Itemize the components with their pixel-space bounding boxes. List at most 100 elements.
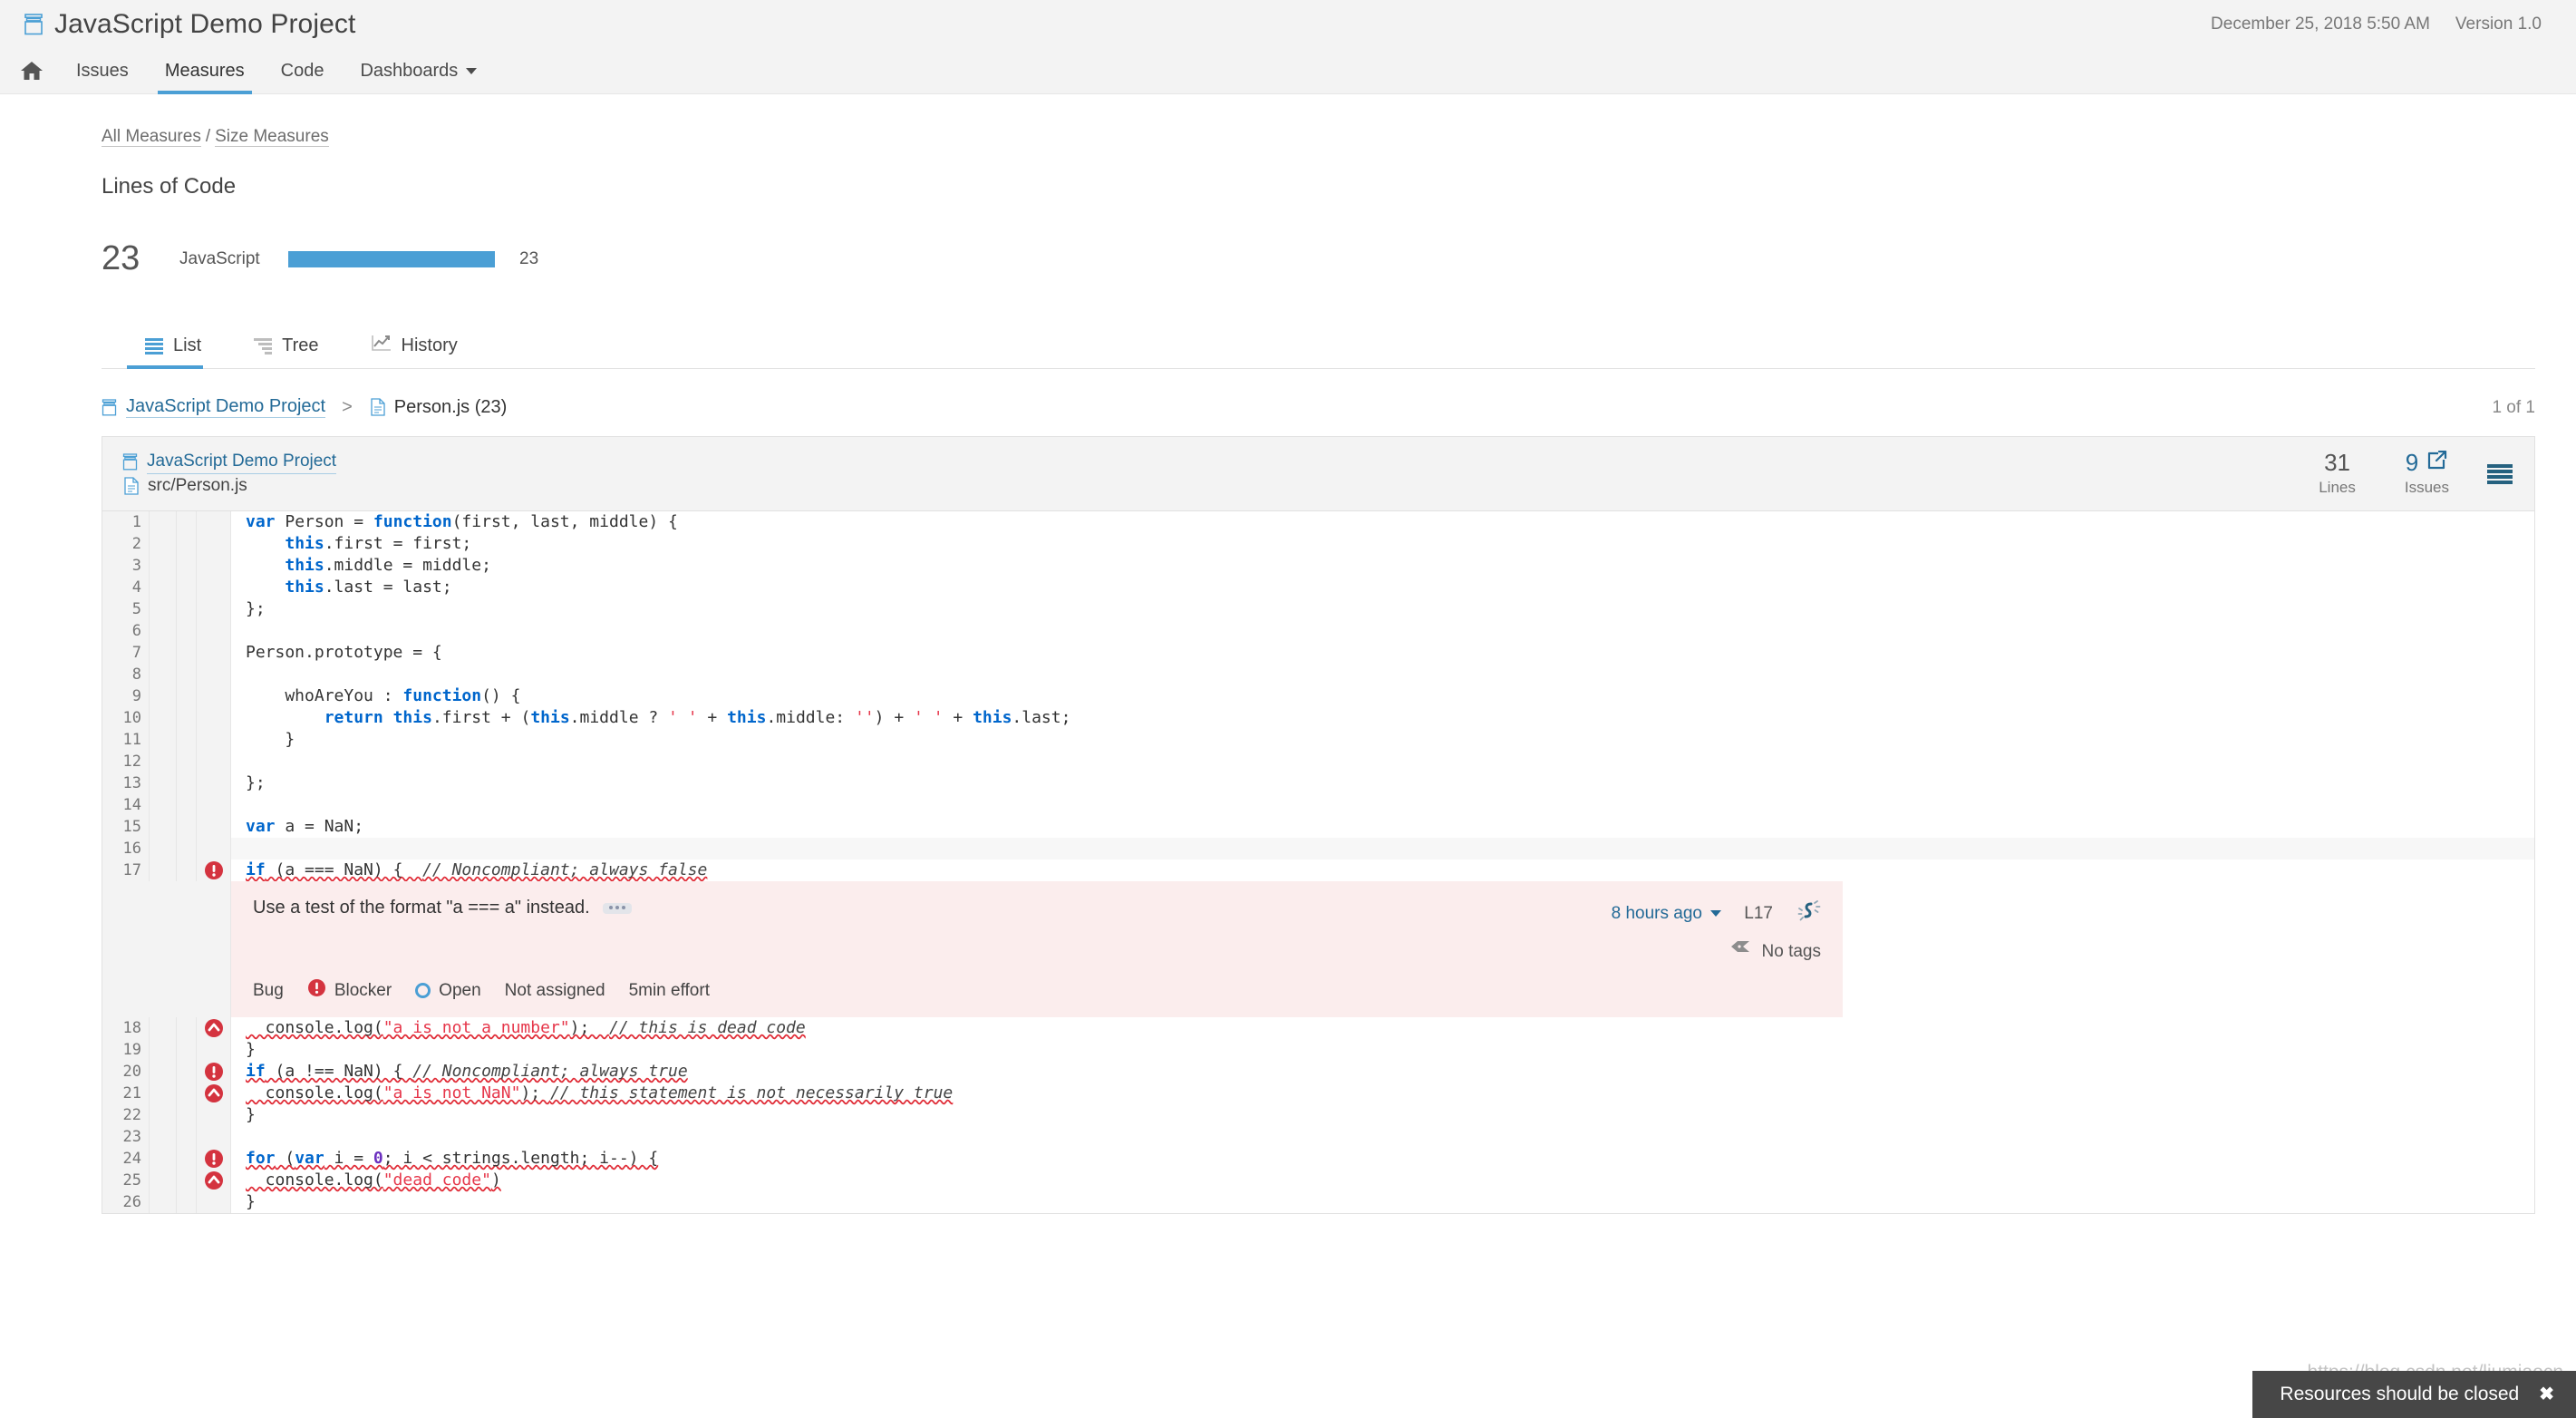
issue-line-ref: L17: [1744, 904, 1773, 923]
project-version: Version 1.0: [2455, 14, 2542, 34]
nav-item-measures[interactable]: Measures: [147, 48, 263, 94]
critical-issue-icon[interactable]: [197, 1170, 231, 1191]
line-number[interactable]: 24: [102, 1148, 150, 1170]
critical-issue-icon[interactable]: [197, 1083, 231, 1104]
blocker-issue-icon[interactable]: [197, 860, 231, 881]
line-number[interactable]: 13: [102, 772, 150, 794]
code-line: 2 this.first = first;: [102, 533, 2534, 555]
hamburger-menu-icon[interactable]: [2487, 463, 2513, 484]
analysis-date: December 25, 2018 5:50 AM: [2211, 14, 2430, 34]
blocker-issue-icon[interactable]: [197, 1061, 231, 1083]
line-number[interactable]: 12: [102, 751, 150, 772]
project-navigation: Issues Measures Code Dashboards: [0, 48, 2576, 94]
code-line: 3 this.middle = middle;: [102, 555, 2534, 577]
breadcrumb-size-measures[interactable]: Size Measures: [215, 127, 329, 147]
source-header-path-row: src/Person.js: [122, 474, 2319, 498]
issue-assignee[interactable]: Not assigned: [505, 981, 605, 1001]
duplication-gutter: [177, 838, 197, 860]
issue-type[interactable]: Bug: [253, 981, 284, 1001]
line-number[interactable]: 10: [102, 707, 150, 729]
issue-severity[interactable]: Blocker: [307, 978, 392, 1003]
line-number[interactable]: 14: [102, 794, 150, 816]
issue-age[interactable]: 8 hours ago: [1612, 904, 1722, 923]
more-actions-icon[interactable]: [602, 902, 632, 914]
line-number[interactable]: 6: [102, 620, 150, 642]
issue-message-row: Use a test of the format "a === a" inste…: [253, 898, 1612, 918]
tab-list[interactable]: List: [127, 335, 219, 369]
duplication-gutter: [177, 707, 197, 729]
issue-marker-gutter: [197, 598, 231, 620]
line-number[interactable]: 17: [102, 860, 150, 881]
tab-history[interactable]: History: [353, 335, 476, 368]
line-number[interactable]: 4: [102, 577, 150, 598]
duplication-gutter: [177, 1191, 197, 1213]
coverage-gutter: [150, 1083, 177, 1104]
measure-bar-value: 23: [519, 248, 539, 268]
file-breadcrumb-project[interactable]: JavaScript Demo Project: [126, 396, 326, 418]
coverage-gutter: [150, 838, 177, 860]
issues-stat[interactable]: 9 Issues: [2405, 450, 2449, 497]
line-number[interactable]: 9: [102, 685, 150, 707]
line-number[interactable]: 3: [102, 555, 150, 577]
issue-status[interactable]: Open: [415, 981, 481, 1001]
close-icon[interactable]: ✖: [2539, 1383, 2554, 1405]
line-number[interactable]: 8: [102, 664, 150, 685]
view-tabs: List Tree History: [102, 335, 2535, 369]
line-content: [231, 664, 256, 685]
project-icon: [122, 453, 138, 471]
nav-item-code[interactable]: Code: [263, 48, 343, 93]
line-content: var a = NaN;: [246, 817, 364, 836]
nav-item-issues[interactable]: Issues: [58, 48, 147, 93]
nav-item-dashboards[interactable]: Dashboards: [342, 48, 495, 93]
code-line: 24 for (var i = 0; i < strings.length; i…: [102, 1148, 2534, 1170]
blocker-issue-icon[interactable]: [197, 1148, 231, 1170]
line-number[interactable]: 18: [102, 1017, 150, 1039]
external-link-icon[interactable]: [2426, 450, 2448, 475]
line-number[interactable]: 25: [102, 1170, 150, 1191]
issue-tags[interactable]: No tags: [1612, 940, 1821, 964]
line-number[interactable]: 11: [102, 729, 150, 751]
sonarqube-rule-icon[interactable]: [1796, 899, 1821, 928]
coverage-gutter: [150, 1039, 177, 1061]
open-status-icon: [415, 983, 431, 998]
line-content: [231, 620, 256, 642]
issues-value-row: 9: [2405, 450, 2449, 475]
file-breadcrumb-filename: Person.js (23): [393, 396, 508, 417]
line-number[interactable]: 7: [102, 642, 150, 664]
coverage-gutter: [150, 1170, 177, 1191]
line-number[interactable]: 22: [102, 1104, 150, 1126]
duplication-gutter: [177, 729, 197, 751]
coverage-gutter: [150, 1126, 177, 1148]
issue-marker-gutter: [197, 664, 231, 685]
line-number[interactable]: 26: [102, 1191, 150, 1213]
issue-severity-label: Blocker: [334, 980, 392, 1000]
line-number[interactable]: 5: [102, 598, 150, 620]
file-icon: [124, 477, 139, 495]
nav-label-code: Code: [280, 60, 324, 81]
breadcrumb-all-measures[interactable]: All Measures: [102, 127, 201, 147]
result-count: 1 of 1: [2492, 398, 2535, 417]
measure-bar-fill: [288, 250, 495, 267]
breadcrumb: All Measures / Size Measures: [102, 127, 2576, 147]
tab-tree[interactable]: Tree: [236, 335, 336, 368]
line-number[interactable]: 21: [102, 1083, 150, 1104]
source-header-project-link[interactable]: JavaScript Demo Project: [147, 450, 337, 474]
nav-home[interactable]: [9, 48, 58, 93]
code-line: 12: [102, 751, 2534, 772]
issue-effort-label: 5min effort: [628, 980, 710, 1000]
line-number[interactable]: 2: [102, 533, 150, 555]
line-content: [231, 1126, 256, 1148]
line-number[interactable]: 1: [102, 511, 150, 533]
duplication-gutter: [177, 555, 197, 577]
source-viewer: JavaScript Demo Project src/Person.js 31…: [102, 436, 2535, 1214]
line-number[interactable]: 15: [102, 816, 150, 838]
line-number[interactable]: 16: [102, 838, 150, 860]
line-content: this.middle = middle;: [285, 556, 491, 575]
coverage-gutter: [150, 729, 177, 751]
code-line: 15 var a = NaN;: [102, 816, 2534, 838]
line-number[interactable]: 20: [102, 1061, 150, 1083]
coverage-gutter: [150, 1017, 177, 1039]
line-number[interactable]: 23: [102, 1126, 150, 1148]
critical-issue-icon[interactable]: [197, 1017, 231, 1039]
line-number[interactable]: 19: [102, 1039, 150, 1061]
